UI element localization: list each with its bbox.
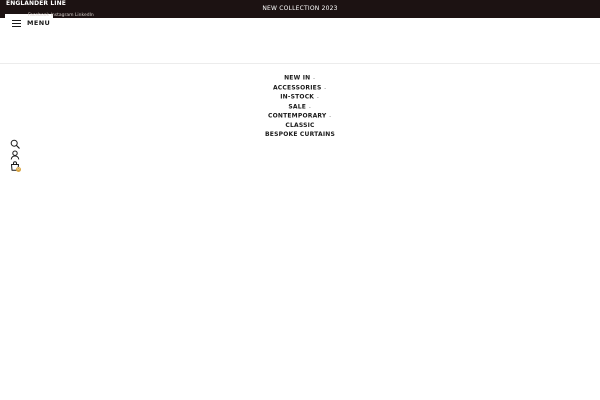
- nav-item-label: NEW IN: [284, 74, 311, 82]
- nav-item-label: CLASSIC: [285, 121, 315, 129]
- menu-label: MENU: [27, 19, 51, 27]
- header-divider: [0, 63, 600, 64]
- nav-item-new-in[interactable]: NEW IN ⌄: [200, 73, 400, 83]
- cart-button[interactable]: 0: [10, 161, 21, 172]
- top-announcement-bar: ENGLANDER LINE Facebook Instagram Linked…: [0, 0, 600, 18]
- header-actions: 0: [10, 139, 24, 172]
- announcement-text[interactable]: NEW COLLECTION 2023: [0, 0, 600, 18]
- nav-item-contemporary[interactable]: CONTEMPORARY ⌄: [200, 111, 400, 121]
- nav-item-accessories[interactable]: ACCESSORIES ⌄: [200, 83, 400, 93]
- nav-item-label: ACCESSORIES: [272, 83, 322, 91]
- chevron-down-icon: ⌄: [316, 94, 320, 99]
- chevron-down-icon: ⌄: [308, 103, 312, 109]
- search-icon: [10, 139, 20, 149]
- user-icon: [10, 150, 20, 160]
- main-navigation: NEW IN ⌄ ACCESSORIES ⌄ IN-STOCK ⌄ SALE ⌄ CON…: [200, 73, 400, 140]
- chevron-down-icon: ⌄: [312, 75, 316, 80]
- nav-item-in-stock[interactable]: IN-STOCK ⌄: [200, 92, 400, 102]
- nav-item-label: CONTEMPORARY: [267, 112, 327, 120]
- page: ENGLANDER LINE Facebook Instagram Linked…: [0, 0, 600, 400]
- nav-item-label: BESPOKE CURTAINS: [265, 131, 335, 138]
- nav-item-classic[interactable]: CLASSIC: [200, 121, 400, 131]
- account-button[interactable]: [10, 150, 20, 160]
- chevron-down-icon: ⌄: [328, 113, 333, 118]
- cart-count-badge: 0: [16, 167, 21, 172]
- nav-item-label: SALE: [288, 102, 307, 110]
- search-button[interactable]: [10, 139, 20, 149]
- chevron-down-icon: ⌄: [323, 84, 328, 90]
- nav-item-bespoke-curtains[interactable]: BESPOKE CURTAINS: [200, 130, 400, 140]
- menu-toggle-button[interactable]: MENU: [12, 17, 50, 29]
- hamburger-icon: [12, 19, 21, 27]
- nav-item-label: IN-STOCK: [280, 93, 315, 101]
- nav-item-sale[interactable]: SALE ⌄: [200, 102, 400, 112]
